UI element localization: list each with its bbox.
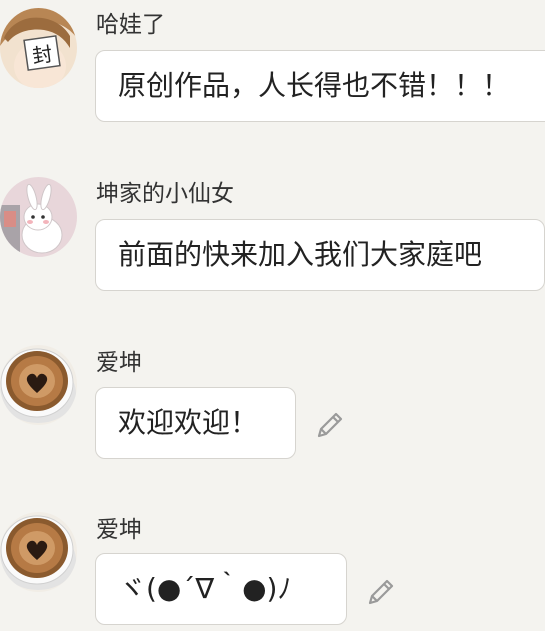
pencil-icon[interactable] <box>313 408 347 442</box>
message-bubble[interactable]: 前面的快来加入我们大家庭吧 <box>95 219 545 291</box>
coffee-heart-avatar-icon <box>0 512 77 592</box>
chat-message: 爱坤 欢迎欢迎！ <box>0 338 545 468</box>
message-bubble[interactable]: 欢迎欢迎！ <box>95 387 296 459</box>
chat-message: 爱坤 ヾ(●´∇｀●)ﾉ <box>0 505 545 631</box>
svg-text:封: 封 <box>31 42 54 69</box>
chat-message: 封 哈娃了 原创作品，人长得也不错！！！ <box>0 0 545 130</box>
avatar[interactable] <box>0 512 77 592</box>
avatar[interactable]: 封 <box>0 8 77 88</box>
sender-name: 哈娃了 <box>96 12 165 38</box>
sender-name: 坤家的小仙女 <box>96 181 234 207</box>
bunny-avatar-icon <box>0 177 77 257</box>
sender-name: 爱坤 <box>96 350 142 376</box>
message-bubble[interactable]: 原创作品，人长得也不错！！！ <box>95 50 545 122</box>
pencil-icon[interactable] <box>364 575 398 609</box>
message-bubble[interactable]: ヾ(●´∇｀●)ﾉ <box>95 553 347 625</box>
avatar[interactable] <box>0 345 77 425</box>
avatar[interactable] <box>0 177 77 257</box>
coffee-heart-avatar-icon <box>0 345 77 425</box>
anime-boy-avatar-icon: 封 <box>0 8 77 88</box>
chat-message: 坤家的小仙女 前面的快来加入我们大家庭吧 <box>0 170 545 300</box>
sender-name: 爱坤 <box>96 517 142 543</box>
